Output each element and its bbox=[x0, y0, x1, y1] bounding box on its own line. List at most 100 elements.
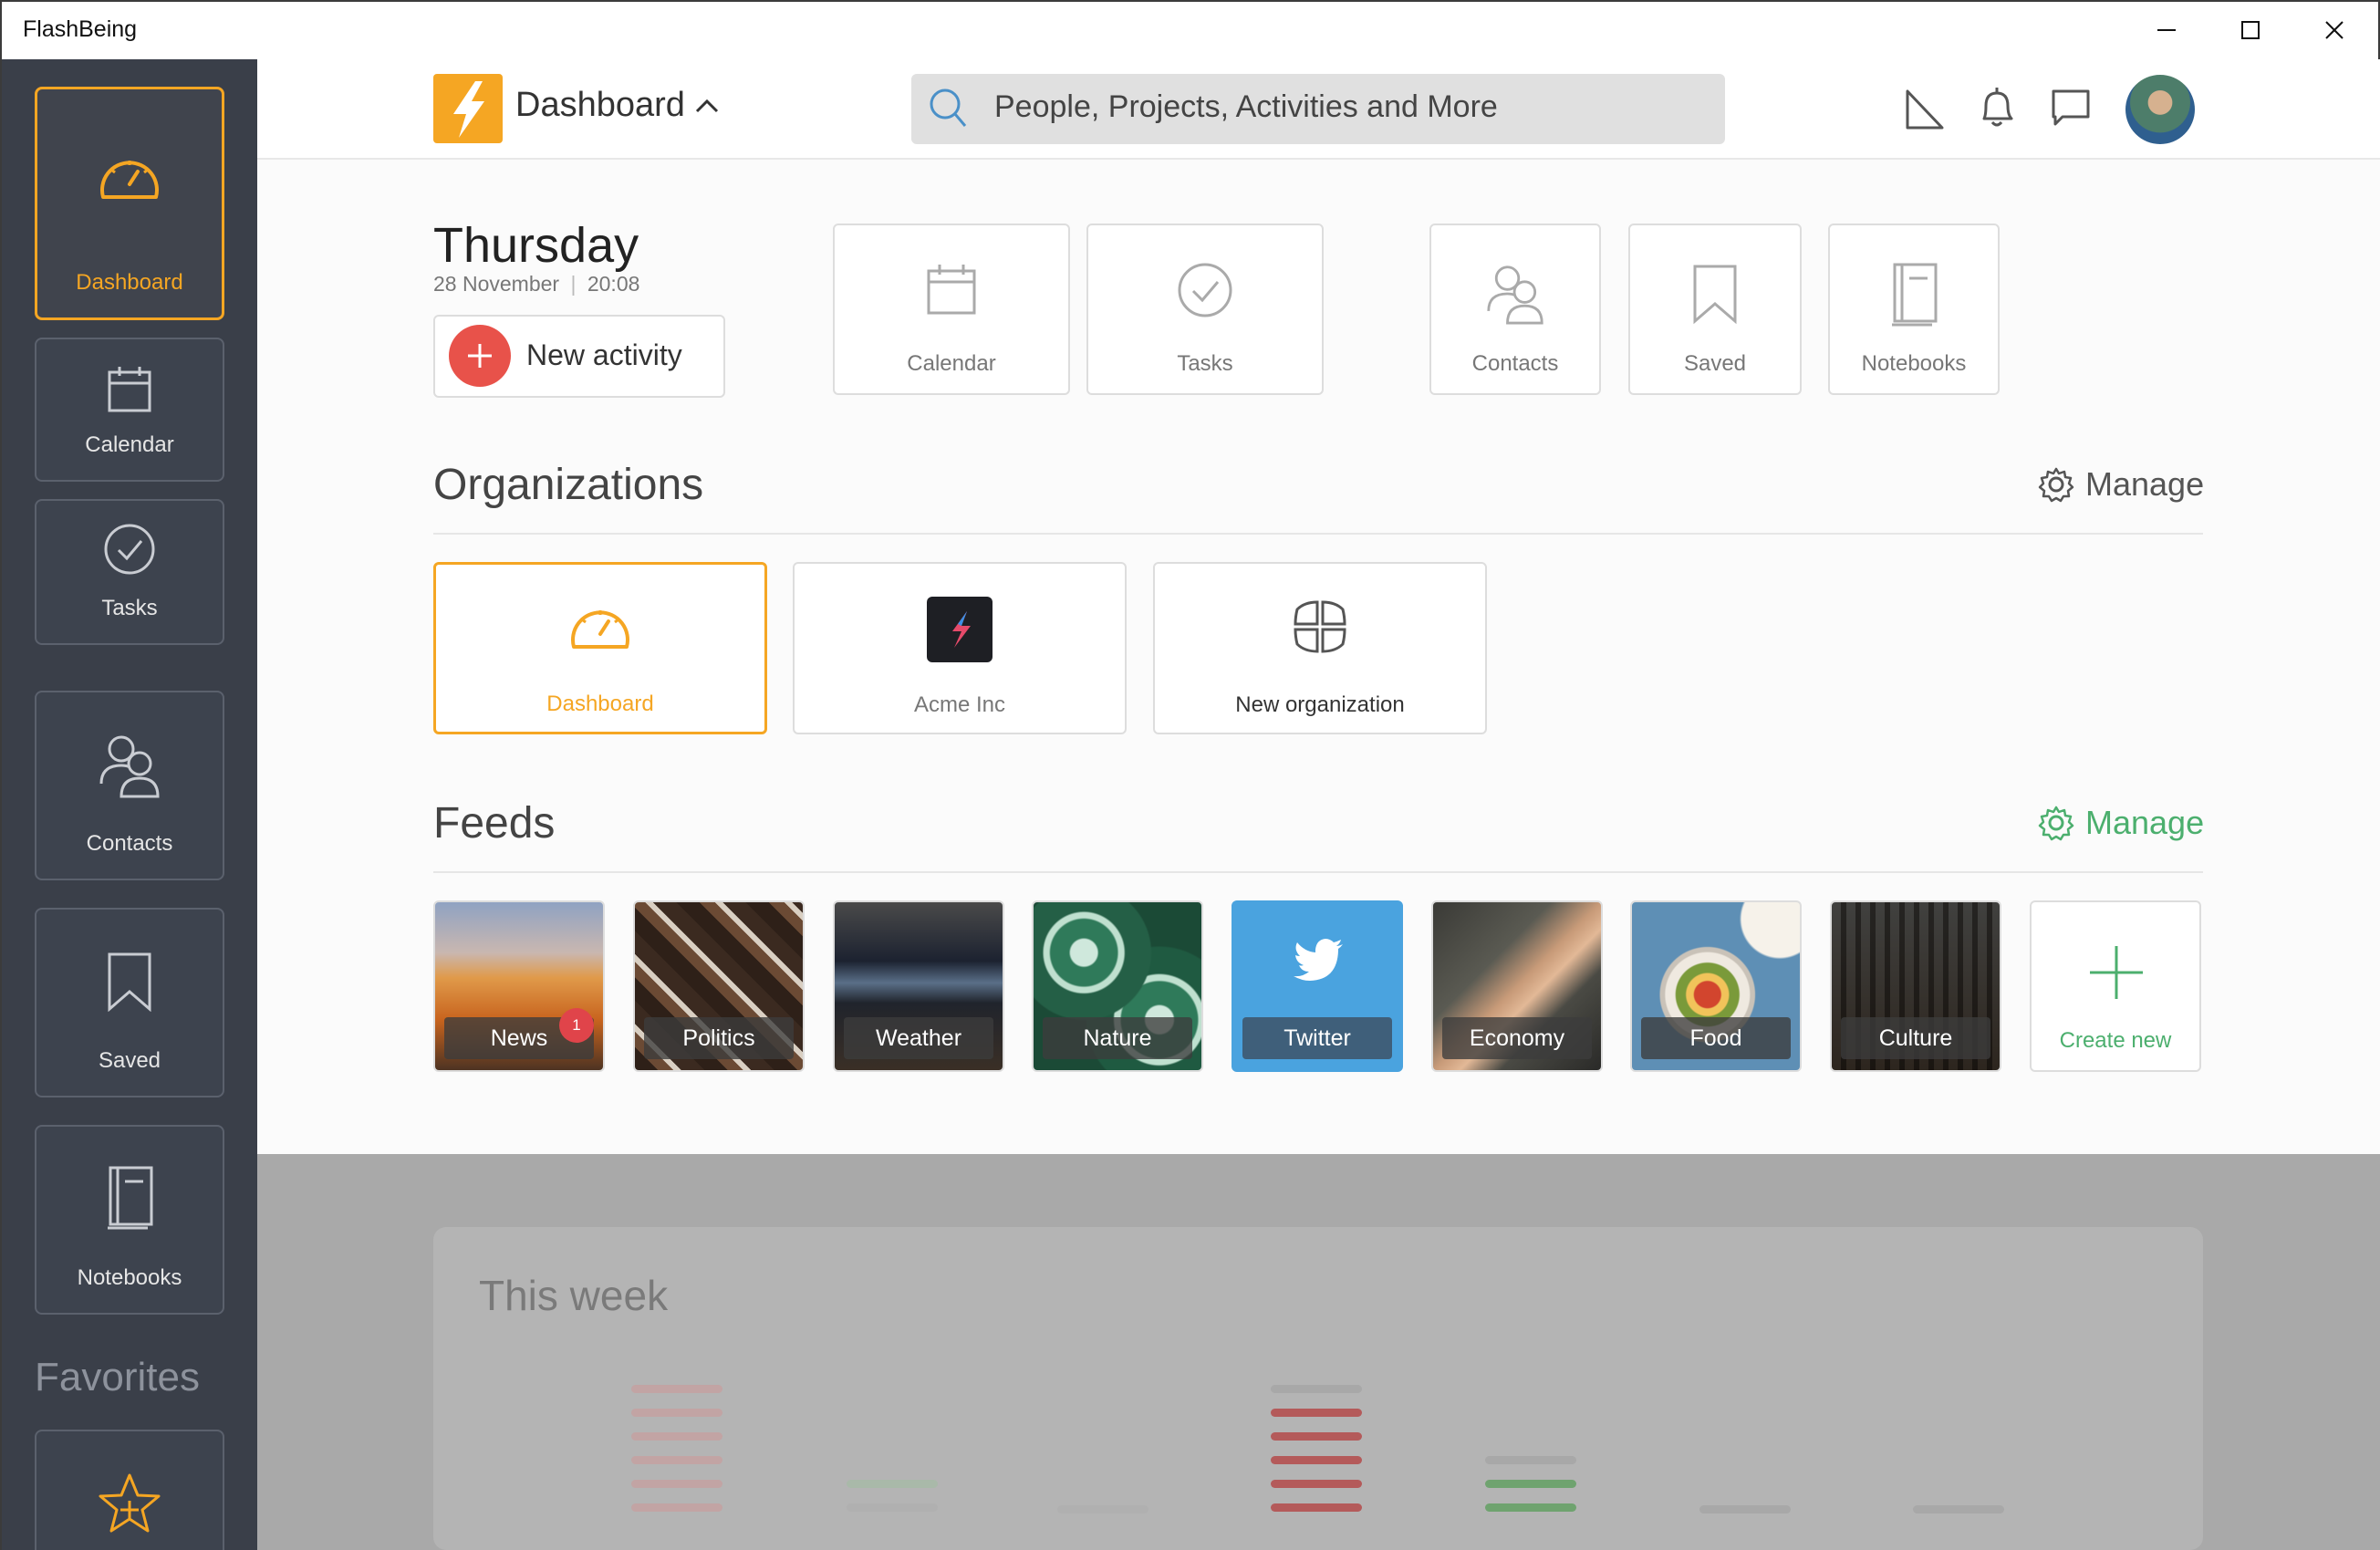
sidebar-item-notebooks[interactable]: Notebooks bbox=[35, 1125, 224, 1315]
calendar-icon bbox=[108, 367, 151, 412]
new-activity-label: New activity bbox=[526, 338, 682, 371]
sidebar-item-dashboard[interactable]: Dashboard bbox=[35, 87, 224, 320]
checkmark-circle-icon bbox=[1178, 263, 1232, 317]
today-time: 20:08 bbox=[587, 272, 640, 296]
feed-label: Weather bbox=[844, 1017, 993, 1059]
chat-icon[interactable] bbox=[2050, 84, 2092, 130]
lightning-pen-icon bbox=[453, 81, 484, 138]
sidebar-item-label: Tasks bbox=[101, 596, 158, 620]
gear-icon bbox=[2038, 467, 2074, 503]
search-input[interactable]: People, Projects, Activities and More bbox=[994, 89, 1498, 125]
this-week-title: This week bbox=[479, 1272, 669, 1319]
feeds-title: Feeds bbox=[433, 799, 556, 848]
sidebar-item-label: Notebooks bbox=[77, 1265, 182, 1290]
maximize-button[interactable] bbox=[2209, 0, 2292, 59]
pin-note-icon[interactable] bbox=[1904, 84, 1946, 131]
tile-label: Contacts bbox=[1471, 351, 1559, 376]
org-acme-inc[interactable]: Acme Inc bbox=[793, 562, 1127, 734]
notebook-icon bbox=[108, 1166, 153, 1230]
window-title: FlashBeing bbox=[23, 16, 138, 42]
week-day-bars bbox=[1485, 1456, 1576, 1512]
bookmark-icon bbox=[108, 952, 151, 1012]
week-day-bars bbox=[1271, 1385, 1362, 1512]
quick-contacts-tile[interactable]: Contacts bbox=[1429, 224, 1601, 395]
feed-culture[interactable]: Culture bbox=[1830, 900, 2001, 1072]
notification-bell-icon[interactable] bbox=[1977, 84, 2017, 131]
feed-label: Politics bbox=[644, 1017, 794, 1059]
feed-label: Culture bbox=[1841, 1017, 1990, 1059]
feed-food[interactable]: Food bbox=[1630, 900, 1802, 1072]
today-day: Thursday bbox=[433, 218, 639, 273]
week-day-bars bbox=[631, 1385, 722, 1512]
speedometer-icon bbox=[571, 610, 629, 649]
acme-logo-icon bbox=[927, 597, 993, 662]
week-day-bars bbox=[1057, 1505, 1148, 1514]
feed-label: Twitter bbox=[1242, 1017, 1392, 1059]
avatar[interactable] bbox=[2125, 75, 2195, 144]
sidebar-item-calendar[interactable]: Calendar bbox=[35, 338, 224, 482]
dashboard-switcher[interactable]: Dashboard bbox=[515, 86, 720, 125]
org-label: Acme Inc bbox=[913, 692, 1006, 717]
organizations-manage-button[interactable]: Manage bbox=[2038, 465, 2204, 504]
feeds-manage-button[interactable]: Manage bbox=[2038, 804, 2204, 842]
contacts-icon bbox=[99, 735, 160, 798]
notebook-icon bbox=[1892, 263, 1938, 327]
minimize-icon bbox=[2157, 28, 2176, 31]
feed-label: Economy bbox=[1442, 1017, 1592, 1059]
header-title: Dashboard bbox=[515, 86, 685, 124]
star-plus-icon bbox=[99, 1473, 161, 1533]
feed-twitter[interactable]: Twitter bbox=[1232, 900, 1403, 1072]
org-new-organization[interactable]: New organization bbox=[1153, 562, 1487, 734]
app-logo[interactable] bbox=[433, 74, 503, 143]
speedometer-icon bbox=[100, 161, 159, 199]
tile-label: Tasks bbox=[1177, 351, 1233, 376]
org-label: New organization bbox=[1235, 692, 1405, 717]
org-dashboard[interactable]: Dashboard bbox=[433, 562, 767, 734]
twitter-bird-icon bbox=[1294, 939, 1343, 981]
quick-calendar-tile[interactable]: Calendar bbox=[833, 224, 1070, 395]
today-date-line: 28 November | 20:08 bbox=[433, 272, 640, 296]
week-day-bars bbox=[1699, 1505, 1791, 1514]
tile-label: Notebooks bbox=[1861, 351, 1967, 376]
sidebar-item-label: Saved bbox=[98, 1048, 161, 1073]
sidebar-item-contacts[interactable]: Contacts bbox=[35, 691, 224, 880]
manage-label: Manage bbox=[2085, 465, 2205, 503]
unread-badge: 1 bbox=[559, 1008, 594, 1043]
new-organization-icon bbox=[1294, 600, 1346, 653]
quick-tasks-tile[interactable]: Tasks bbox=[1086, 224, 1324, 395]
create-new-feed-button[interactable]: Create new bbox=[2030, 900, 2201, 1072]
feed-news[interactable]: News 1 bbox=[433, 900, 605, 1072]
close-icon bbox=[2325, 20, 2344, 39]
feed-politics[interactable]: Politics bbox=[633, 900, 805, 1072]
close-button[interactable] bbox=[2292, 0, 2376, 59]
sidebar-item-label: Dashboard bbox=[76, 270, 183, 295]
sidebar-item-label: Calendar bbox=[85, 432, 174, 457]
week-day-bars bbox=[847, 1480, 938, 1512]
minimize-button[interactable] bbox=[2125, 0, 2209, 59]
feed-label: Nature bbox=[1043, 1017, 1192, 1059]
add-favorite-button[interactable] bbox=[35, 1430, 224, 1550]
section-divider bbox=[433, 533, 2203, 535]
plus-icon bbox=[2090, 946, 2143, 999]
feed-weather[interactable]: Weather bbox=[833, 900, 1004, 1072]
organizations-title: Organizations bbox=[433, 461, 704, 509]
gear-icon bbox=[2038, 806, 2074, 841]
calendar-icon bbox=[927, 265, 976, 315]
quick-saved-tile[interactable]: Saved bbox=[1628, 224, 1802, 395]
tile-label: Calendar bbox=[907, 351, 996, 376]
favorites-title: Favorites bbox=[35, 1355, 200, 1399]
feed-label: Food bbox=[1641, 1017, 1791, 1059]
create-new-label: Create new bbox=[2059, 1028, 2172, 1053]
sidebar-item-label: Contacts bbox=[86, 831, 173, 856]
contacts-icon bbox=[1487, 265, 1543, 325]
search-icon bbox=[930, 88, 967, 127]
feed-economy[interactable]: Economy bbox=[1431, 900, 1603, 1072]
week-day-bars bbox=[1913, 1505, 2004, 1514]
quick-notebooks-tile[interactable]: Notebooks bbox=[1828, 224, 2000, 395]
chevron-up-icon bbox=[695, 99, 718, 112]
feed-nature[interactable]: Nature bbox=[1032, 900, 1203, 1072]
bookmark-icon bbox=[1693, 265, 1737, 325]
sidebar-item-saved[interactable]: Saved bbox=[35, 908, 224, 1097]
checkmark-circle-icon bbox=[104, 524, 155, 575]
sidebar-item-tasks[interactable]: Tasks bbox=[35, 499, 224, 645]
